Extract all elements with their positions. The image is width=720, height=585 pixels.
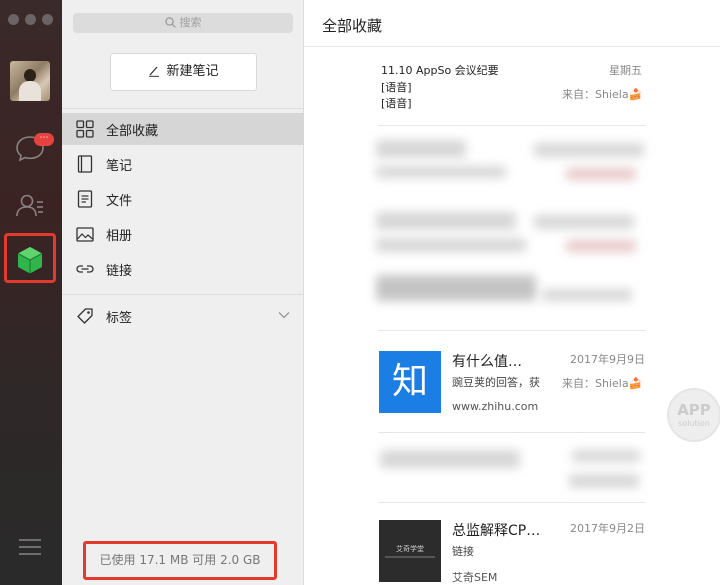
favorites-list-panel: 全部收藏 11.10 AppSo 会议纪要 [语音] [语音] 星期五 来自：S… <box>304 0 720 585</box>
file-icon <box>75 189 95 209</box>
pen-icon <box>149 66 160 77</box>
item-preview: 豌豆荚的回答，获 <box>452 376 540 389</box>
new-note-button[interactable]: 新建笔记 <box>110 53 257 91</box>
minimize-window-button[interactable] <box>25 14 36 25</box>
article-thumbnail: 艾奇学堂 <box>379 520 441 582</box>
contacts-icon[interactable] <box>14 189 46 221</box>
link-icon <box>75 259 95 279</box>
tag-icon <box>75 306 95 326</box>
favorites-highlight-box <box>4 233 56 283</box>
search-input[interactable]: 搜索 <box>73 13 293 33</box>
nav-item-album[interactable]: 相册 <box>62 218 304 250</box>
app-rail: ⋯ <box>0 0 62 585</box>
nav-item-notes[interactable]: 笔记 <box>62 148 304 180</box>
image-icon <box>75 224 95 244</box>
item-preview: [语音] <box>381 81 412 94</box>
item-date: 2017年9月9日 <box>570 353 645 366</box>
divider <box>62 294 304 295</box>
nav-item-all-favorites[interactable]: 全部收藏 <box>62 113 304 145</box>
nav-item-label: 链接 <box>106 263 133 279</box>
item-source: 来自：Shiela🍰 <box>562 377 643 390</box>
chat-badge: ⋯ <box>34 133 54 146</box>
item-url: www.zhihu.com <box>452 400 539 413</box>
item-source: 来自：Shiela🍰 <box>562 88 643 101</box>
divider <box>62 108 304 109</box>
chevron-down-icon[interactable] <box>278 311 290 319</box>
grid-icon <box>75 119 95 139</box>
nav-item-files[interactable]: 文件 <box>62 183 304 215</box>
close-window-button[interactable] <box>8 14 19 25</box>
divider <box>378 125 645 126</box>
notebook-icon <box>75 154 95 174</box>
divider <box>304 46 720 47</box>
item-preview: 链接 <box>452 545 474 558</box>
page-title: 全部收藏 <box>322 17 383 35</box>
item-date: 星期五 <box>609 64 642 77</box>
item-source: 艾奇SEM <box>452 571 498 584</box>
new-note-label: 新建笔记 <box>166 64 219 79</box>
nav-item-tags[interactable]: 标签 <box>62 300 304 332</box>
avatar[interactable] <box>10 61 50 101</box>
storage-usage: 已使用 17.1 MB 可用 2.0 GB <box>99 553 261 567</box>
divider <box>378 330 645 331</box>
nav-item-label: 相册 <box>106 228 133 244</box>
zoom-window-button[interactable] <box>42 14 53 25</box>
storage-highlight-box: 已使用 17.1 MB 可用 2.0 GB <box>83 541 277 580</box>
nav-item-links[interactable]: 链接 <box>62 253 304 285</box>
divider <box>378 432 645 433</box>
zhihu-thumbnail: 知 <box>379 351 441 413</box>
nav-item-label: 全部收藏 <box>106 123 159 139</box>
search-icon <box>164 17 176 28</box>
item-date: 2017年9月2日 <box>570 522 645 535</box>
nav-item-label: 笔记 <box>106 158 133 174</box>
item-preview: [语音] <box>381 97 412 110</box>
favorites-sidebar: 搜索 新建笔记 全部收藏 笔记 文件 相册 链接 标签 已使用 17.1 MB … <box>62 0 304 585</box>
item-title: 11.10 AppSo 会议纪要 <box>381 64 499 77</box>
item-title: 总监解释CP… <box>452 523 541 539</box>
menu-icon[interactable] <box>19 538 41 556</box>
appsolution-watermark: APP solution <box>667 388 720 442</box>
divider <box>378 502 645 503</box>
nav-item-label: 文件 <box>106 193 133 209</box>
item-title: 有什么值… <box>452 354 522 370</box>
tags-label: 标签 <box>106 310 133 326</box>
search-placeholder: 搜索 <box>179 16 202 29</box>
